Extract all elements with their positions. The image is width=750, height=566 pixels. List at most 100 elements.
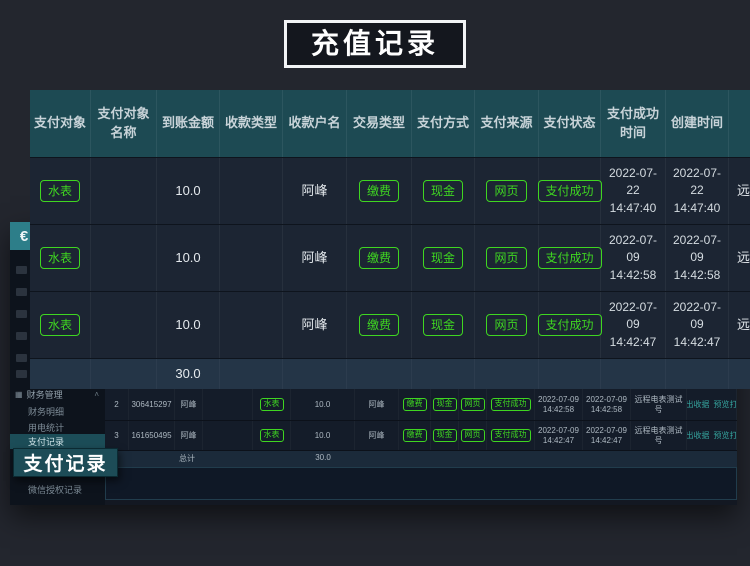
table-row: 水表 10.0 阿峰 缴费 现金 网页 支付成功 2022-07-22 14:4… [30,157,750,224]
pay-method-cell: 现金 [412,158,475,224]
payer-name: 阿峰 [175,389,203,420]
table-total-row: 总计 30.0 [105,450,737,467]
table-row: 水表 10.0 阿峰 缴费 现金 网页 支付成功 2022-07-09 14:4… [30,291,750,358]
actions-cell: 导出收据 预览打印 [687,389,737,420]
empty-cell [30,359,91,389]
col-header-amount: 到账金额 [157,90,220,157]
export-receipt-link[interactable]: 导出收据 [687,431,710,441]
amount-cell: 10.0 [157,292,220,358]
pay-method-cell: 现金 [431,389,459,420]
table-row: 水表 10.0 阿峰 缴费 现金 网页 支付成功 2022-07-09 14:4… [30,224,750,291]
target-name-cell [91,292,157,358]
actions-cell: 导出收据 预览打印 [687,421,737,450]
meter-badge: 水表 [260,429,284,442]
trade-type-badge: 缴费 [403,398,427,411]
preview-print-link[interactable]: 预览打印 [714,400,738,410]
pay-status-badge: 支付成功 [538,247,602,269]
col-header-trade-type: 交易类型 [347,90,412,157]
col-header-clipped [729,90,750,157]
trade-type-badge: 缴费 [359,247,399,269]
success-time-cell: 2022-07-09 14:42:47 [535,421,583,450]
account-name-cell: 阿峰 [283,158,347,224]
pay-method-badge: 现金 [423,247,463,269]
background-table: 2 306415297 阿峰 水表 10.0 阿峰 缴费 现金 网页 支付成功 … [105,388,737,505]
empty-cell [203,389,253,420]
row-index: 2 [105,389,129,420]
pay-source-cell: 网页 [459,421,487,450]
pay-source-badge: 网页 [486,180,526,202]
sidebar-item-wechat-auth-records[interactable]: 微信授权记录 [10,482,105,497]
amount-cell: 10.0 [157,225,220,291]
col-header-pay-target: 支付对象 [30,90,91,157]
col-header-pay-source: 支付来源 [475,90,539,157]
meter-type-cell: 水表 [253,421,291,450]
account-name-cell: 阿峰 [355,389,399,420]
grid-icon: ▦ [15,390,23,399]
success-time-cell: 2022-07-09 14:42:58 [535,389,583,420]
description-cell: 远程电表测试号 [631,421,687,450]
pay-source-badge: 网页 [461,429,485,442]
pay-source-badge: 网页 [486,314,526,336]
pay-status-cell: 支付成功 [487,421,535,450]
meter-badge: 水表 [260,398,284,411]
pay-target-cell: 水表 [30,292,91,358]
account-name-cell: 阿峰 [355,421,399,450]
sidebar-item-electricity-stats[interactable]: 用电统计 [10,420,105,435]
col-header-pay-status: 支付状态 [539,90,601,157]
order-id: 161650495 [129,421,175,450]
pay-target-cell: 水表 [30,225,91,291]
export-receipt-link[interactable]: 导出收据 [687,400,710,410]
total-label: 总计 [167,453,207,464]
sidebar-item-finance-detail[interactable]: 财务明细 [10,404,105,419]
create-time-cell: 2022-07-09 14:42:58 [583,389,631,420]
pay-method-cell: 现金 [412,292,475,358]
empty-cell [220,359,283,389]
table-total-row: 30.0 [30,358,750,389]
sidebar-item-placeholder [16,266,27,274]
trade-type-cell: 缴费 [399,389,431,420]
preview-print-link[interactable]: 预览打印 [714,431,738,441]
trade-type-cell: 缴费 [347,225,412,291]
pay-method-badge: 现金 [433,398,457,411]
description-cell: 远 [729,158,750,224]
pay-source-badge: 网页 [461,398,485,411]
create-time-cell: 2022-07-09 14:42:47 [666,292,729,358]
pay-source-cell: 网页 [475,158,539,224]
pay-status-badge: 支付成功 [491,429,531,442]
pay-method-badge: 现金 [423,180,463,202]
pay-status-cell: 支付成功 [487,389,535,420]
chevron-up-icon: ˄ [94,390,99,399]
amount-cell: 10.0 [157,158,220,224]
trade-type-badge: 缴费 [359,314,399,336]
pay-method-badge: 现金 [433,429,457,442]
col-header-collect-type: 收款类型 [220,90,283,157]
pay-status-cell: 支付成功 [539,158,601,224]
table-row: 2 306415297 阿峰 水表 10.0 阿峰 缴费 现金 网页 支付成功 … [105,388,737,420]
pay-status-cell: 支付成功 [539,292,601,358]
collect-type-cell [220,158,283,224]
sidebar-item-payment-records[interactable]: 支付记录 [10,434,105,449]
col-header-pay-method: 支付方式 [412,90,475,157]
water-meter-badge: 水表 [40,314,80,336]
table-header-row: 支付对象 支付对象名称 到账金额 收款类型 收款户名 交易类型 支付方式 支付来… [30,90,750,157]
pay-source-cell: 网页 [475,225,539,291]
total-amount: 30.0 [291,453,355,462]
sidebar-item-placeholder [16,288,27,296]
empty-cell [283,359,347,389]
sidebar-group-label: 财务管理 [27,388,63,401]
empty-cell [91,359,157,389]
empty-cell [475,359,539,389]
empty-cell [203,421,253,450]
empty-cell [729,359,750,389]
sidebar-item-placeholder [16,354,27,362]
collect-type-cell [220,292,283,358]
description-cell: 远 [729,225,750,291]
page-title: 充值记录 [284,20,466,68]
table-footer-strip [105,467,737,500]
pay-status-badge: 支付成功 [538,180,602,202]
col-header-account-name: 收款户名 [283,90,347,157]
payment-records-callout: 支付记录 [13,448,118,477]
success-time-cell: 2022-07-09 14:42:58 [601,225,666,291]
account-name-cell: 阿峰 [283,292,347,358]
target-name-cell [91,225,157,291]
